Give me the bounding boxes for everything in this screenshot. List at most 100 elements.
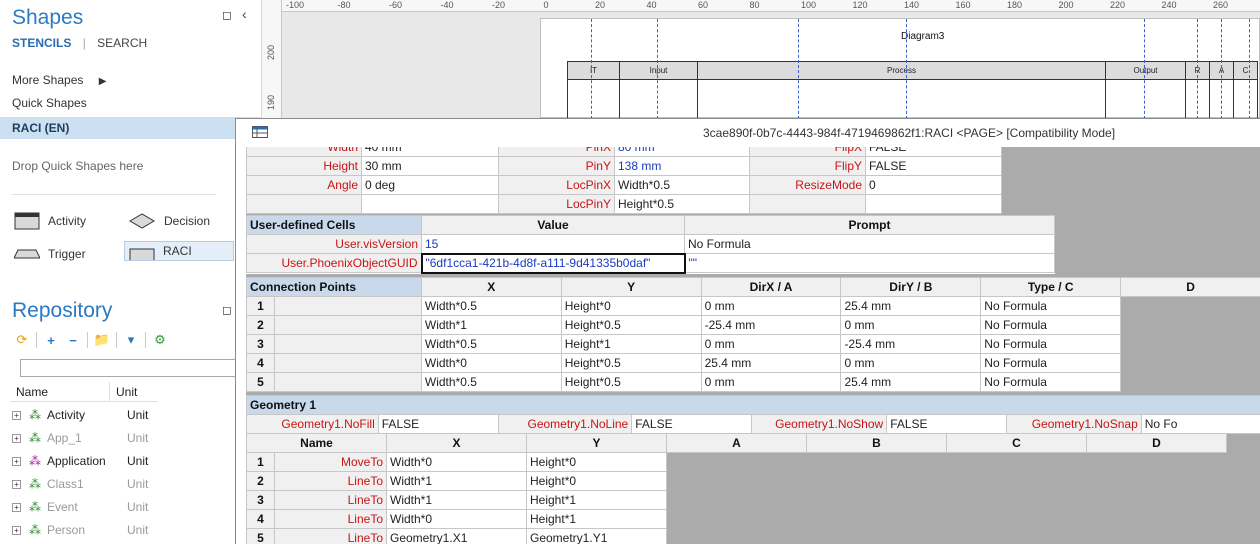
expand-icon[interactable]: + [12,456,21,466]
cell-y[interactable]: Geometry1.Y1 [526,528,667,544]
shape-decision[interactable]: Decision [128,211,210,231]
cell-b[interactable]: 25.4 mm [840,296,982,316]
cell-a[interactable]: 25.4 mm [700,353,842,373]
row-name[interactable]: MoveTo [274,452,387,472]
repository-item[interactable]: + ⁂ Event Unit [12,498,148,516]
user-row-value[interactable]: 15 [421,234,685,254]
row-number[interactable]: 1 [246,296,275,316]
column-unit[interactable]: Unit [110,382,143,401]
cell-value[interactable] [865,194,1002,214]
cell-y[interactable]: Height*0.5 [560,315,702,335]
raci-cell[interactable] [567,79,620,118]
cell-y[interactable]: Height*0.5 [560,353,702,373]
expand-icon[interactable]: + [12,433,21,443]
raci-column-header[interactable]: Process [697,61,1106,80]
cell-name[interactable]: PinY [498,156,615,176]
cell-c[interactable]: No Formula [980,296,1122,316]
row-name[interactable] [273,296,422,316]
cell-y[interactable]: Height*1 [526,509,667,529]
cell-b[interactable]: 0 mm [840,315,982,335]
cell-value[interactable]: Height*0.5 [614,194,750,214]
row-number[interactable]: 3 [246,334,275,354]
expand-icon[interactable]: + [12,525,21,535]
column-name[interactable]: Name [10,382,110,401]
expand-icon[interactable]: + [12,410,21,420]
raci-cell[interactable] [619,79,698,118]
raci-shape[interactable]: IT Input Process Output R A C [567,61,1258,118]
row-name[interactable]: LineTo [274,471,387,491]
user-row-prompt[interactable]: No Formula [684,234,1055,254]
cell-y[interactable]: Height*1 [526,490,667,510]
filter-icon[interactable]: ▾ [123,332,139,348]
cell-d[interactable] [1120,372,1260,392]
cell-x[interactable]: Width*1 [420,315,562,335]
folder-dropdown-icon[interactable]: 📁 [94,332,110,348]
diagram-title[interactable]: Diagram3 [901,31,944,42]
repository-item[interactable]: + ⁂ Application Unit [12,452,148,470]
geometry-prop-value[interactable]: FALSE [377,414,499,434]
cell-y[interactable]: Height*0 [526,452,667,472]
raci-cell[interactable] [1233,79,1258,118]
connection-points-header[interactable]: Connection Points [246,277,422,297]
user-defined-header[interactable]: User-defined Cells [246,215,422,235]
cell-value[interactable]: FALSE [865,147,1002,157]
shape-activity[interactable]: Activity [14,211,86,231]
cell-d[interactable] [1120,296,1260,316]
row-name[interactable] [273,315,422,335]
raci-cell[interactable] [697,79,1106,118]
cell-x[interactable]: Width*0.5 [420,372,562,392]
cell-b[interactable]: 0 mm [840,353,982,373]
cell-b[interactable]: 25.4 mm [840,372,982,392]
raci-column-header[interactable]: IT [567,61,620,80]
collapse-pane-icon[interactable]: ‹ [242,6,247,22]
cell-y[interactable]: Height*0 [560,296,702,316]
cell-a[interactable]: 0 mm [700,334,842,354]
drawing-canvas[interactable]: -100 -80 -60 -40 -20 0 20 40 60 80 100 120 140 160 180… [262,0,1260,118]
cell-d[interactable] [1120,334,1260,354]
row-name[interactable] [273,334,422,354]
cell-value[interactable] [361,194,499,214]
restore-icon[interactable]: ◻ [222,8,232,22]
raci-column-header[interactable]: C [1233,61,1258,80]
cell-name[interactable]: FlipX [749,147,866,157]
expand-icon[interactable]: + [12,479,21,489]
row-number[interactable]: 4 [246,353,275,373]
raci-cell[interactable] [1105,79,1186,118]
raci-column-header[interactable]: Input [619,61,698,80]
cell-c[interactable]: No Formula [980,372,1122,392]
row-number[interactable]: 4 [246,509,275,529]
cell-y[interactable]: Height*0.5 [560,372,702,392]
cell-x[interactable]: Width*0 [420,353,562,373]
cell-name[interactable]: FlipY [749,156,866,176]
geometry-prop-value[interactable]: FALSE [886,414,1008,434]
cell-value[interactable]: 0 deg [361,175,499,195]
cell-name[interactable] [246,194,362,214]
row-name[interactable]: LineTo [274,490,387,510]
cell-name[interactable]: Angle [246,175,362,195]
cell-d[interactable] [1120,315,1260,335]
row-number[interactable]: 5 [246,528,275,544]
user-row-value-selected[interactable]: "6df1cca1-421b-4d8f-a111-9d41335b0daf" [420,252,686,274]
cell-x[interactable]: Width*1 [386,490,527,510]
repository-restore-icon[interactable]: ◻ [222,303,232,317]
geometry-prop-name[interactable]: Geometry1.NoSnap [1006,414,1142,434]
repository-item[interactable]: + ⁂ App_1 Unit [12,429,148,447]
cell-y[interactable]: Height*0 [526,471,667,491]
row-number[interactable]: 2 [246,471,275,491]
stencil-raci[interactable]: RACI (EN) [0,117,262,139]
geometry-prop-value[interactable]: No Fo [1140,414,1260,434]
row-name[interactable]: LineTo [274,528,387,544]
row-name[interactable] [273,353,422,373]
row-number[interactable]: 5 [246,372,275,392]
cell-value[interactable]: 138 mm [614,156,750,176]
expand-icon[interactable]: + [12,502,21,512]
row-number[interactable]: 1 [246,452,275,472]
quick-shapes-item[interactable]: Quick Shapes [12,96,87,110]
repository-search-input[interactable] [20,359,240,377]
geometry-prop-value[interactable]: FALSE [631,414,753,434]
tab-search[interactable]: SEARCH [97,36,147,50]
user-row-name[interactable]: User.visVersion [246,234,422,254]
refresh-icon[interactable]: ⟳ [14,332,30,348]
cell-b[interactable]: -25.4 mm [840,334,982,354]
drawing-page[interactable]: Diagram3 IT Input Process Output R A C [540,18,1260,118]
